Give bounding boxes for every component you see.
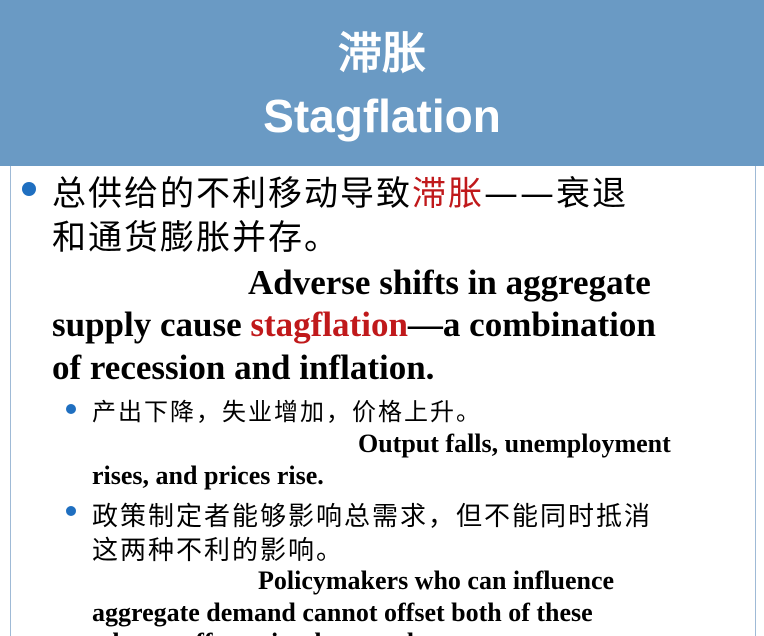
main-bullet-en-line-1: Adverse shifts in aggregate bbox=[248, 263, 651, 302]
main-bullet-en-text: —a combination bbox=[407, 305, 656, 344]
sub-bullet-2-en-line-1: Policymakers who can influence bbox=[258, 566, 615, 595]
sub-bullet-1-en-line-1: Output falls, unemployment bbox=[358, 429, 671, 458]
main-bullet-cn-line-2: 和通货膨胀并存。 bbox=[52, 218, 340, 258]
main-bullet-cn-text: 总供给的不利移动导致 bbox=[52, 174, 412, 214]
title-bar: 滞胀 Stagflation bbox=[0, 0, 764, 166]
sub-bullet-1-en-line-2: rises, and prices rise. bbox=[92, 461, 324, 490]
sub-bullet-dot-icon bbox=[66, 506, 76, 516]
bullet-dot-icon bbox=[22, 182, 36, 196]
slide: 滞胀 Stagflation 总供给的不利移动导致滞胀——衰退 和通货膨胀并存。… bbox=[0, 0, 764, 636]
main-bullet-en-line-2: supply cause stagflation—a combination bbox=[52, 304, 656, 346]
sub-bullet-1-cn-line-1: 产出下降，失业增加，价格上升。 bbox=[92, 398, 482, 426]
main-bullet-en-text: supply cause bbox=[52, 305, 251, 344]
sub-bullet-2-en-line-3: adverse effects simultaneously. bbox=[92, 627, 432, 636]
sub-bullet-2-cn-line-2: 这两种不利的影响。 bbox=[92, 536, 345, 566]
main-bullet-en-line-3: of recession and inflation. bbox=[52, 348, 435, 387]
sub-bullet-2-cn-line-1: 政策制定者能够影响总需求，但不能同时抵消 bbox=[92, 502, 653, 532]
main-bullet-cn-text: ——衰退 bbox=[484, 174, 628, 214]
highlight-term-cn: 滞胀 bbox=[412, 174, 484, 214]
highlight-term-en: stagflation bbox=[250, 305, 408, 344]
slide-title-english: Stagflation bbox=[263, 90, 501, 142]
sub-bullet-dot-icon bbox=[66, 404, 76, 414]
sub-bullet-2-en-line-2: aggregate demand cannot offset both of t… bbox=[92, 598, 593, 627]
slide-title-chinese: 滞胀 bbox=[338, 28, 426, 79]
main-bullet-cn-line-1: 总供给的不利移动导致滞胀——衰退 bbox=[52, 172, 628, 216]
